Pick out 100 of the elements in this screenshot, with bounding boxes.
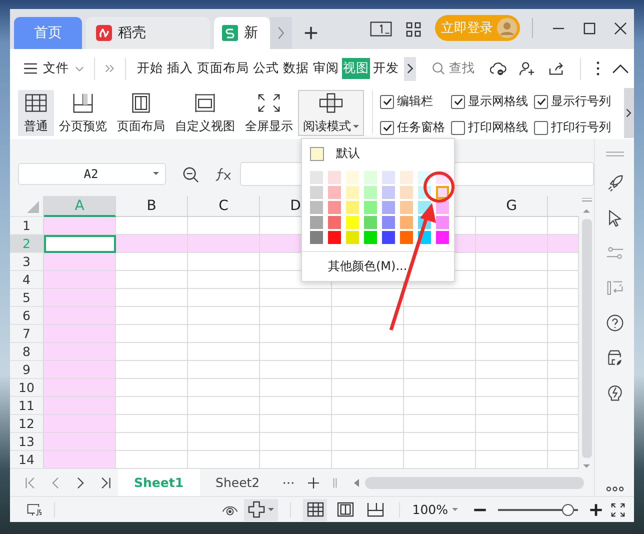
maximize-icon[interactable] (583, 22, 596, 36)
color-swatch[interactable] (382, 216, 395, 230)
color-swatch[interactable] (328, 171, 341, 184)
help-icon[interactable] (606, 314, 624, 332)
view-button[interactable]: 普通 (18, 90, 54, 136)
reading-mode-button[interactable]: 阅读模式 (298, 90, 364, 136)
menu-tab[interactable]: 审阅 (312, 58, 340, 80)
more-horizontal-icon[interactable] (606, 486, 624, 492)
color-swatch[interactable] (310, 201, 323, 214)
rocket-icon[interactable] (606, 174, 624, 192)
docer-tab[interactable]: 稻壳 (86, 17, 210, 50)
row-header[interactable]: 8 (10, 343, 44, 362)
color-swatch[interactable] (400, 231, 413, 244)
search-button[interactable]: 查找 (432, 60, 475, 78)
row-header[interactable]: 11 (10, 397, 44, 416)
view-button[interactable]: 分页预览 (54, 90, 112, 136)
color-swatch[interactable] (328, 216, 341, 230)
color-swatch[interactable] (436, 201, 449, 214)
checkbox[interactable]: 打印网格线 (451, 119, 528, 136)
fullscreen-icon[interactable] (610, 502, 626, 517)
row-header[interactable]: 10 (10, 379, 44, 398)
menu-tab[interactable]: 开发 (372, 58, 400, 80)
menu-tab[interactable]: 页面布局 (196, 58, 250, 80)
window-layout-icon[interactable] (370, 21, 392, 38)
view-mode-button[interactable] (303, 498, 328, 521)
last-sheet-icon[interactable] (100, 476, 111, 489)
row-header[interactable]: 6 (10, 307, 44, 326)
menu-tab[interactable]: 公式 (252, 58, 280, 80)
scroll-down-icon[interactable] (583, 464, 590, 470)
zoom-in-icon[interactable] (588, 502, 604, 517)
color-swatch[interactable] (382, 231, 395, 244)
row-header[interactable]: 4 (10, 271, 44, 290)
function-icon[interactable] (215, 166, 232, 183)
macro-monitor-icon[interactable] (26, 502, 42, 517)
scroll-left-icon[interactable] (354, 478, 359, 487)
color-swatch[interactable] (400, 171, 413, 184)
document-tab[interactable]: 新 (214, 17, 270, 50)
color-swatch[interactable] (310, 171, 323, 184)
swap-icon[interactable] (606, 279, 624, 298)
color-swatch[interactable] (364, 171, 377, 184)
share-icon[interactable] (548, 61, 565, 76)
row-header[interactable]: 3 (10, 253, 44, 272)
color-swatch[interactable] (382, 186, 395, 200)
previous-sheet-icon[interactable] (50, 476, 61, 489)
view-button[interactable]: 全屏显示 (240, 90, 298, 136)
file-menu-button[interactable]: 文件 (24, 60, 84, 78)
color-swatch[interactable] (346, 201, 359, 214)
row-header[interactable]: 5 (10, 289, 44, 308)
reading-mode-button[interactable] (244, 498, 278, 521)
sheet-tab[interactable]: Sheet2 (200, 469, 276, 496)
shop-icon[interactable] (606, 349, 624, 368)
color-swatch[interactable] (436, 231, 449, 244)
color-swatch[interactable] (328, 201, 341, 214)
split-handle-icon[interactable] (582, 198, 592, 202)
color-swatch[interactable] (382, 201, 395, 214)
zoom-out-icon[interactable] (182, 166, 199, 183)
add-sheet-icon[interactable] (308, 476, 319, 489)
color-swatch[interactable] (364, 231, 377, 244)
view-button[interactable]: 自定义视图 (170, 90, 240, 136)
checkbox[interactable]: 任务窗格 (380, 119, 445, 136)
row-header[interactable]: 9 (10, 361, 44, 380)
color-swatch[interactable] (328, 186, 341, 200)
color-swatch[interactable] (436, 186, 449, 200)
vertical-scrollbar[interactable] (579, 196, 594, 470)
more-vertical-icon[interactable] (596, 61, 600, 76)
checkbox[interactable]: 编辑栏 (380, 93, 445, 110)
more-colors-option[interactable]: 其他颜色(M)... (308, 258, 448, 276)
row-header[interactable]: 7 (10, 325, 44, 344)
color-swatch[interactable] (400, 186, 413, 200)
checkbox[interactable]: 打印行号列 (534, 119, 611, 136)
apps-grid-icon[interactable] (406, 22, 421, 38)
menu-tab[interactable]: 插入 (166, 58, 194, 80)
color-swatch[interactable] (382, 171, 395, 184)
checkbox[interactable]: 显示网格线 (451, 93, 528, 110)
row-header[interactable]: 12 (10, 415, 44, 434)
cloud-icon[interactable] (490, 61, 507, 76)
menu-scroll-button[interactable] (404, 56, 416, 81)
close-icon[interactable] (614, 22, 627, 36)
add-user-icon[interactable] (519, 61, 536, 76)
ribbon-scroll-button[interactable] (624, 88, 634, 138)
color-swatch[interactable] (400, 216, 413, 230)
scroll-up-icon[interactable] (583, 208, 590, 214)
first-sheet-icon[interactable] (25, 476, 36, 489)
menu-tab[interactable]: 开始 (136, 58, 164, 80)
name-box[interactable]: A2 (18, 163, 166, 186)
color-swatch[interactable] (436, 216, 449, 230)
color-swatch[interactable] (364, 216, 377, 230)
color-swatch[interactable] (400, 201, 413, 214)
color-swatch[interactable] (346, 216, 359, 230)
new-tab-icon[interactable] (304, 26, 318, 40)
color-swatch[interactable] (364, 186, 377, 200)
row-header[interactable]: 14 (10, 451, 44, 470)
zoom-level-dropdown[interactable]: 100% (412, 502, 458, 518)
lightning-bulb-icon[interactable] (606, 384, 624, 402)
row-header[interactable]: 1 (10, 217, 44, 236)
color-swatch[interactable] (364, 201, 377, 214)
color-swatch[interactable] (328, 231, 341, 244)
default-color-option[interactable]: 默认 (308, 145, 448, 168)
drag-handle-icon[interactable] (606, 151, 624, 158)
checkbox[interactable]: 显示行号列 (534, 93, 611, 110)
